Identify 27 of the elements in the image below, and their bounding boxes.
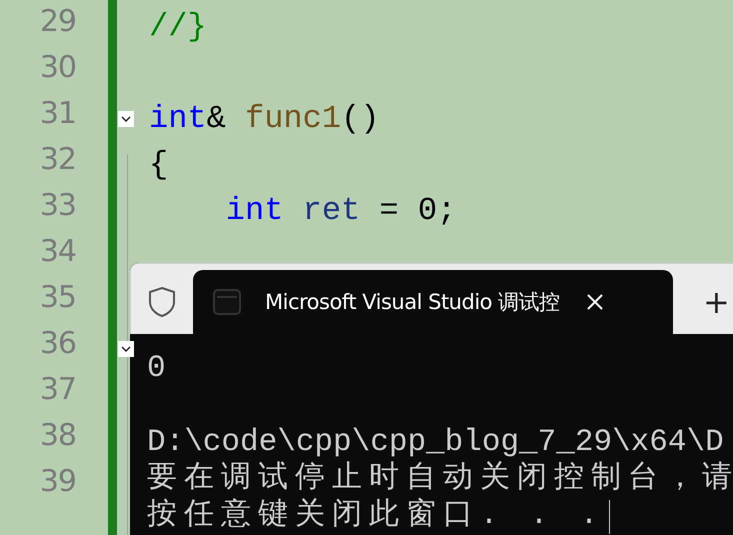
- console-output-line: 0: [147, 350, 166, 387]
- line-number: 30: [38, 50, 76, 87]
- line-number: 36: [38, 326, 76, 363]
- line-number: 34: [38, 234, 76, 271]
- line-number: 35: [38, 280, 76, 317]
- console-app-icon: [213, 289, 241, 315]
- fold-toggle-icon[interactable]: [118, 341, 134, 357]
- line-number: 37: [38, 372, 76, 409]
- console-output-line: 要在调试停止时自动关闭控制台，请: [147, 461, 733, 498]
- console-output-line: D:\code\cpp\cpp_blog_7_29\x64\D: [147, 424, 724, 461]
- code-line: int& func1(): [149, 99, 380, 139]
- console-tab[interactable]: Microsoft Visual Studio 调试控: [193, 270, 673, 334]
- fold-toggle-icon[interactable]: [118, 111, 134, 127]
- line-number: 38: [38, 418, 76, 455]
- line-number: 33: [38, 188, 76, 225]
- line-number: 29: [38, 4, 76, 41]
- shield-icon[interactable]: [148, 286, 176, 318]
- code-line: //}: [149, 7, 207, 47]
- close-icon: [586, 293, 604, 311]
- code-line: {: [149, 145, 168, 185]
- line-number: 31: [38, 96, 76, 133]
- console-output-line: 按任意键关闭此窗口. . .: [147, 498, 606, 535]
- code-line: int ret = 0;: [226, 191, 456, 231]
- close-tab-button[interactable]: [586, 293, 604, 311]
- line-number: 39: [38, 464, 76, 501]
- line-number: 32: [38, 142, 76, 179]
- new-tab-button[interactable]: +: [703, 270, 730, 334]
